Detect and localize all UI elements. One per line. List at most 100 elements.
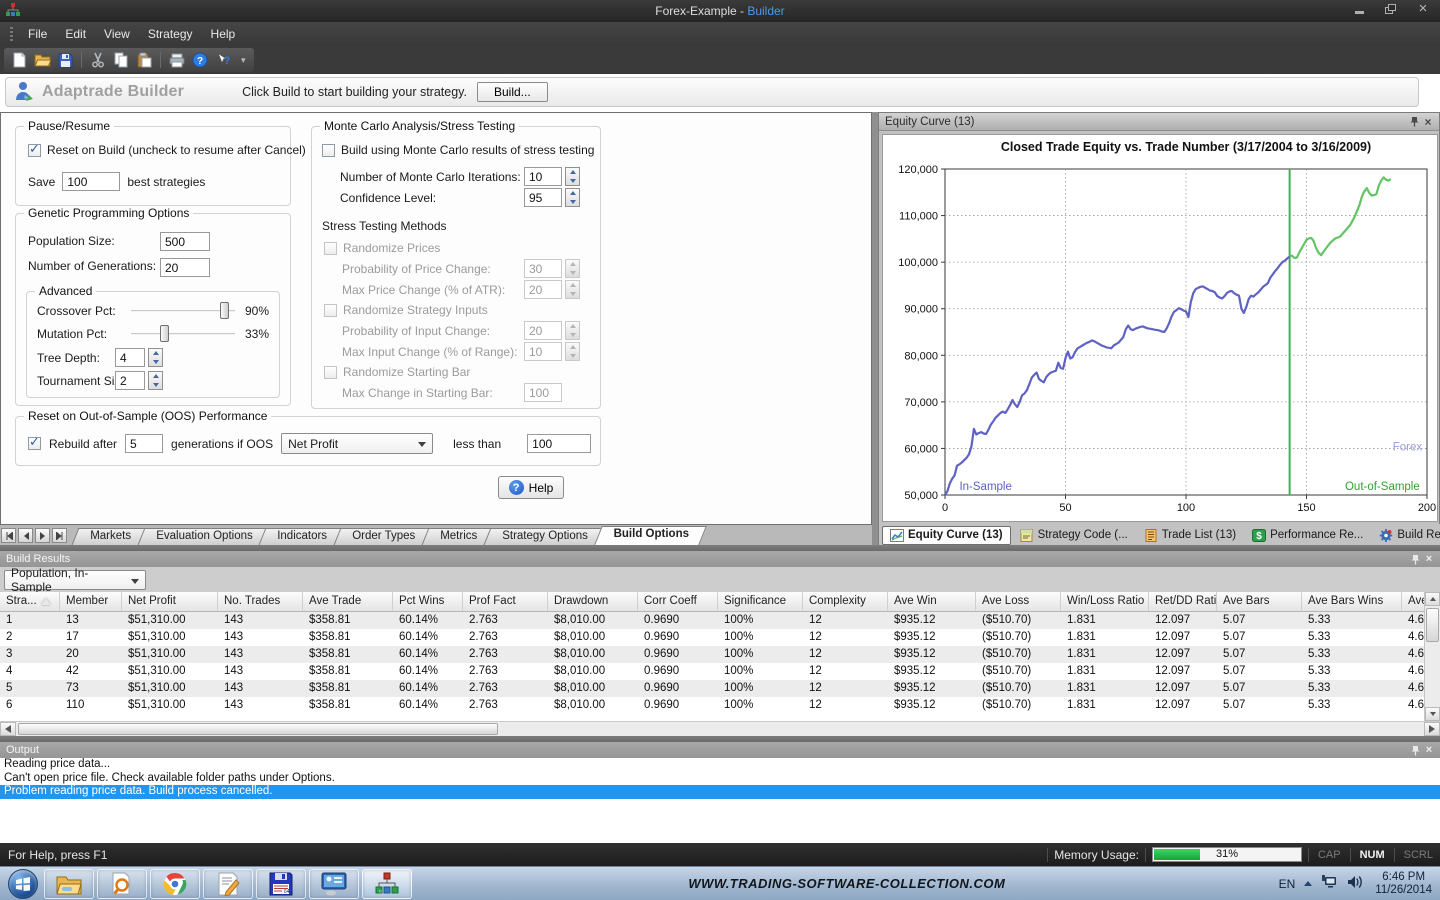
mc-iterations-spinner[interactable] [565,167,580,186]
start-button[interactable] [8,869,38,899]
about-icon[interactable]: ? [191,51,209,69]
taskbar-chrome-icon[interactable] [150,869,200,899]
build-mc-checkbox[interactable] [322,144,335,157]
taskbar-clock[interactable]: 6:46 PM11/26/2014 [1375,871,1432,897]
table-row[interactable]: 113$51,310.00143$358.8160.14%2.763$8,010… [0,612,1440,629]
tree-depth-spinner[interactable] [148,348,163,367]
tab-strategy-options[interactable]: Strategy Options [484,528,607,545]
mc-iterations-input[interactable] [524,167,562,186]
max-input-input[interactable] [524,342,562,361]
column-header-drawdown[interactable]: Drawdown [548,592,638,611]
prob-input-input[interactable] [524,321,562,340]
print-icon[interactable] [168,51,186,69]
panel-tab-trade-list-13-[interactable]: Trade List (13) [1137,526,1243,545]
rebuild-checkbox[interactable] [28,437,41,450]
output-line[interactable]: Can't open price file. Check available f… [0,772,1440,786]
column-header-complexity[interactable]: Complexity [803,592,888,611]
panel-tab-strategy-code-[interactable]: Strategy Code (... [1013,526,1135,545]
column-header-ave-trade[interactable]: Ave Trade [303,592,393,611]
max-price-spinner[interactable] [565,280,580,299]
randomize-inputs-checkbox[interactable] [324,304,337,317]
build-button[interactable]: Build... [477,82,548,102]
output-line[interactable]: Reading price data... [0,758,1440,772]
mutation-slider[interactable] [131,325,235,343]
column-header-win-loss-ratio[interactable]: Win/Loss Ratio [1061,592,1149,611]
taskbar-floppy-icon[interactable]: 64 [256,869,306,899]
column-header-ret-dd-ratio[interactable]: Ret/DD Ratio [1149,592,1217,611]
max-input-spinner[interactable] [565,342,580,361]
reset-on-build-checkbox[interactable] [28,144,41,157]
panel-tab-build-report-13-[interactable]: Build Report (13) [1372,526,1440,545]
tab-scroll-last-button[interactable] [52,528,67,543]
column-header-corr-coeff[interactable]: Corr Coeff [638,592,718,611]
close-panel-icon[interactable]: × [1421,115,1435,128]
tab-scroll-right-button[interactable] [35,528,50,543]
close-panel-icon[interactable]: × [1422,553,1436,566]
tab-scroll-left-button[interactable] [18,528,33,543]
confidence-spinner[interactable] [565,188,580,207]
help-button[interactable]: ? Help [498,476,564,499]
context-help-icon[interactable]: ? [214,51,232,69]
tab-evaluation-options[interactable]: Evaluation Options [137,528,270,545]
horizontal-scrollbar[interactable] [0,721,1440,736]
show-hidden-icons[interactable] [1304,881,1312,886]
threshold-input[interactable] [527,434,591,453]
generations-input[interactable] [160,258,210,277]
output-line[interactable]: Problem reading price data. Build proces… [0,785,1440,799]
save-icon[interactable] [56,51,74,69]
taskbar-notepad-icon[interactable] [203,869,253,899]
close-panel-icon[interactable]: × [1422,744,1436,757]
menu-item-strategy[interactable]: Strategy [139,24,202,44]
panel-tab-equity-curve-13-[interactable]: Equity Curve (13) [882,526,1011,545]
column-header-stra-[interactable]: Stra... [0,592,60,611]
column-header-ave-bars[interactable]: Ave Bars [1217,592,1302,611]
panel-tab-performance-re-[interactable]: $Performance Re... [1245,526,1370,545]
crossover-slider[interactable] [131,302,235,320]
tab-build-options[interactable]: Build Options [594,526,707,545]
pin-icon[interactable] [1408,553,1422,566]
cut-icon[interactable] [89,51,107,69]
oos-metric-dropdown[interactable]: Net Profit [281,433,433,454]
population-input[interactable] [160,232,210,251]
column-header-ave-loss[interactable]: Ave Loss [976,592,1061,611]
menu-item-edit[interactable]: Edit [56,24,95,44]
table-row[interactable]: 442$51,310.00143$358.8160.14%2.763$8,010… [0,663,1440,680]
pin-icon[interactable] [1408,744,1422,757]
randomize-prices-checkbox[interactable] [324,242,337,255]
close-button[interactable]: × [1414,3,1432,17]
tournament-input[interactable] [115,371,145,390]
prob-input-spinner[interactable] [565,321,580,340]
taskbar-display-icon[interactable] [309,869,359,899]
vertical-scrollbar[interactable] [1424,592,1440,721]
confidence-input[interactable] [524,188,562,207]
tournament-spinner[interactable] [148,371,163,390]
minimize-button[interactable] [1350,3,1368,17]
copy-icon[interactable] [112,51,130,69]
randomize-bar-checkbox[interactable] [324,366,337,379]
new-icon[interactable] [10,51,28,69]
column-header-member[interactable]: Member [60,592,122,611]
max-price-input[interactable] [524,280,562,299]
pin-icon[interactable] [1407,115,1421,128]
column-header-significance[interactable]: Significance [718,592,803,611]
volume-icon[interactable] [1347,875,1363,892]
toolbar-overflow-icon[interactable]: ▾ [241,55,246,66]
taskbar-explorer-icon[interactable] [44,869,94,899]
tab-order-types[interactable]: Order Types [334,528,434,545]
menu-item-file[interactable]: File [19,24,56,44]
table-row[interactable]: 320$51,310.00143$358.8160.14%2.763$8,010… [0,646,1440,663]
prob-price-input[interactable] [524,259,562,278]
restore-button[interactable] [1382,3,1400,17]
results-filter-dropdown[interactable]: Population, In-Sample [4,570,146,590]
table-row[interactable]: 6110$51,310.00143$358.8160.14%2.763$8,01… [0,697,1440,714]
paste-icon[interactable] [135,51,153,69]
table-row[interactable]: 217$51,310.00143$358.8160.14%2.763$8,010… [0,629,1440,646]
tab-indicators[interactable]: Indicators [259,528,346,545]
language-indicator[interactable]: EN [1279,877,1296,891]
table-row[interactable]: 573$51,310.00143$358.8160.14%2.763$8,010… [0,680,1440,697]
taskbar-search-icon[interactable] [97,869,147,899]
rebuild-generations-input[interactable] [125,434,163,453]
column-header-no-trades[interactable]: No. Trades [218,592,303,611]
menu-item-view[interactable]: View [95,24,139,44]
column-header-prof-fact[interactable]: Prof Fact [463,592,548,611]
